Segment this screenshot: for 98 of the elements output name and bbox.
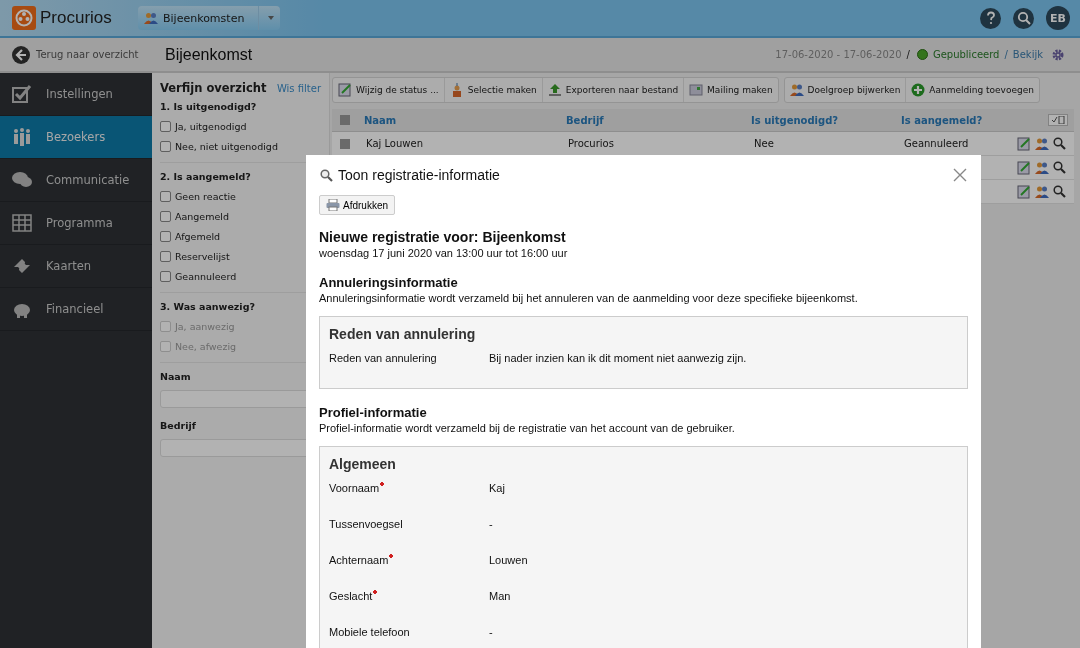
caret-icon (268, 16, 274, 20)
column-header[interactable]: Naam (364, 114, 566, 126)
filter-group-title: 2. Is aangemeld? (160, 171, 252, 182)
column-header[interactable]: Bedrijf (566, 114, 751, 126)
field-value: Louwen (489, 554, 528, 566)
edit-icon[interactable] (1017, 184, 1031, 199)
filter-checkbox[interactable]: Reservelijst (160, 246, 230, 266)
separator: / (1004, 49, 1008, 60)
people-icon (144, 12, 158, 24)
registration-heading: Nieuwe registratie voor: Bijeenkomst (319, 229, 567, 245)
chat-icon (12, 171, 32, 189)
columns-icon (1051, 116, 1065, 124)
field-label: Mobiele telefoon (329, 626, 411, 638)
print-button[interactable]: Afdrukken (319, 195, 396, 215)
upload-icon (547, 83, 562, 97)
people-icon (12, 128, 32, 146)
field-label: Achternaam (329, 554, 489, 566)
edit-icon[interactable] (1017, 136, 1031, 151)
settings-icon[interactable] (1052, 48, 1064, 61)
column-chooser-button[interactable] (1048, 114, 1068, 126)
separator: / (906, 49, 910, 60)
field-label: Tussenvoegsel (329, 518, 404, 530)
filter-checkbox[interactable]: Afgemeld (160, 226, 221, 246)
grid-icon (12, 214, 32, 232)
search-button[interactable] (1013, 7, 1034, 29)
checkbox-icon (12, 85, 32, 103)
panel-title: Reden van annulering (329, 326, 477, 342)
column-header[interactable]: Is uitgenodigd? (751, 114, 901, 126)
ticket-icon (12, 257, 32, 275)
search-icon (320, 168, 333, 182)
search-icon[interactable] (1053, 161, 1066, 174)
select-all-checkbox[interactable] (340, 115, 350, 125)
field-value: Bij nader inzien kan ik dit moment niet aanwezig zijn. (489, 352, 747, 364)
logo-icon (12, 6, 36, 30)
edit-icon (338, 83, 352, 97)
section-description: Annuleringsinformatie wordt verzameld bij het annuleren van de aanmelding voor deze specifieke bijeenkomst. (319, 292, 859, 304)
filter-checkbox[interactable]: Aangemeld (160, 206, 229, 226)
field-label: Voornaam (329, 482, 489, 494)
field-value: - (489, 626, 493, 638)
table-cell-text: Kaj Louwen (366, 138, 424, 149)
edit-icon[interactable] (1017, 160, 1031, 175)
filter-checkbox[interactable]: Nee, niet uitgenodigd (160, 136, 278, 156)
field-value: Man (489, 590, 511, 602)
logo-text: Procurios (40, 8, 112, 28)
toolbar-button[interactable]: Aanmelding toevoegen (906, 78, 1039, 102)
filter-group-title: 1. Is uitgenodigd? (160, 101, 258, 112)
clear-filter-link[interactable]: Wis filter (276, 82, 321, 94)
people-icon[interactable] (1034, 161, 1050, 174)
search-icon (1016, 11, 1031, 25)
people-icon[interactable] (1034, 137, 1050, 150)
help-button[interactable] (980, 7, 1001, 29)
field-label: Bedrijf (160, 420, 197, 431)
table-cell-text: Nee (754, 138, 775, 149)
field-value: - (489, 518, 493, 530)
user-avatar[interactable]: EB (1046, 6, 1070, 30)
field-label: Reden van annulering (329, 352, 438, 364)
section-heading: Profiel-informatie (319, 405, 428, 420)
field-label: Geslacht (329, 590, 489, 602)
status-dot-icon (916, 49, 928, 60)
toolbar-button[interactable]: Mailing maken (684, 78, 778, 102)
printer-icon (326, 199, 340, 211)
column-header[interactable]: Is aangemeld? (901, 114, 983, 126)
toolbar-button[interactable]: Doelgroep bijwerken (784, 78, 907, 102)
page-title: Bijeenkomst (165, 45, 253, 64)
people-icon[interactable] (1034, 185, 1050, 198)
table-cell: Geannuleerd (904, 138, 969, 149)
filter-group-title: 3. Was aanwezig? (160, 301, 256, 312)
field-label: Naam (160, 371, 192, 382)
section-description: Profiel-informatie wordt verzameld bij de registratie van het account van de gebruiker. (319, 422, 736, 434)
close-icon[interactable] (953, 168, 967, 182)
field-value: Kaj (489, 482, 505, 494)
event-time: woensdag 17 juni 2020 van 13:00 uur tot 16:00 uur (319, 247, 569, 259)
filter-checkbox[interactable]: Ja, uitgenodigd (160, 116, 247, 136)
question-icon (984, 11, 997, 25)
view-link[interactable]: Bekijk (1012, 49, 1043, 60)
search-icon[interactable] (1053, 185, 1066, 198)
filter-checkbox[interactable]: Geannuleerd (160, 266, 237, 286)
dialog-title: Toon registratie-informatie (338, 167, 500, 183)
sidebar-item[interactable]: Programma (0, 202, 152, 245)
section-heading: Annuleringsinformatie (319, 275, 459, 290)
back-link[interactable]: Terug naar overzicht (12, 45, 160, 64)
panel-title: Algemeen (329, 456, 397, 472)
people-icon (789, 83, 804, 97)
back-arrow-icon (12, 45, 30, 64)
filter-checkbox[interactable]: Geen reactie (160, 186, 236, 206)
toolbar-button[interactable]: Selectie maken (444, 78, 543, 102)
toolbar-button[interactable]: Wijzig de status ... (333, 78, 445, 102)
event-dates: 17-06-2020 - 17-06-2020 (775, 49, 902, 60)
filter-title: Verfijn overzicht (160, 81, 267, 95)
table-cell-text: Procurios (568, 138, 615, 149)
sidebar-item[interactable]: Bezoekers (0, 116, 152, 159)
mail-icon (689, 83, 704, 97)
search-icon[interactable] (1053, 137, 1066, 150)
add-icon (911, 83, 926, 97)
module-dropdown[interactable]: Bijeenkomsten (138, 6, 280, 30)
toolbar-button[interactable]: Exporteren naar bestand (542, 78, 685, 102)
row-checkbox[interactable] (340, 138, 350, 149)
status-label: Gepubliceerd (932, 49, 1000, 60)
